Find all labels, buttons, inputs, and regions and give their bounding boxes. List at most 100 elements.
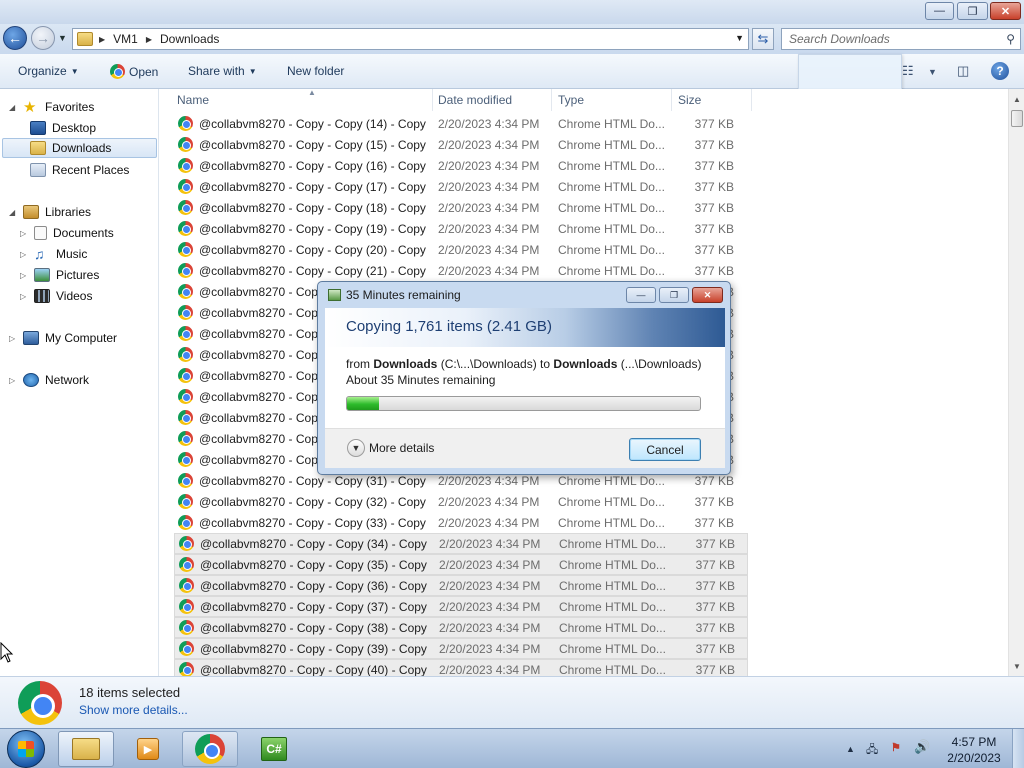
start-button[interactable] — [7, 730, 45, 768]
minimize-button[interactable]: — — [925, 2, 954, 20]
file-row[interactable]: @collabvm8270 - Copy - Copy (17) - Copy 2… — [174, 176, 748, 197]
new-folder-button[interactable]: New folder — [287, 64, 344, 78]
back-button[interactable]: ← — [3, 26, 27, 50]
more-details-toggle[interactable]: ▼ More details — [347, 439, 434, 457]
nav-documents[interactable]: ▷ Documents — [20, 223, 114, 243]
file-type: Chrome HTML Do... — [558, 179, 665, 194]
destination-folder-link[interactable]: Downloads — [553, 357, 617, 371]
chrome-html-file-icon — [178, 431, 193, 446]
nav-desktop[interactable]: Desktop — [30, 118, 96, 138]
column-header-type[interactable]: Type — [552, 89, 672, 111]
nav-downloads[interactable]: Downloads — [2, 138, 157, 158]
nav-recent-places[interactable]: Recent Places — [30, 160, 129, 180]
column-header-size[interactable]: Size — [672, 89, 752, 111]
file-row[interactable]: @collabvm8270 - Copy - Copy (32) - Copy 2… — [174, 491, 748, 512]
file-row[interactable]: @collabvm8270 - Copy - Copy (38) - Copy 2… — [174, 617, 748, 638]
maximize-button[interactable]: ❐ — [957, 2, 988, 20]
nav-label: Favorites — [45, 100, 95, 114]
chrome-html-file-icon — [178, 263, 193, 278]
taskbar-csharp-app[interactable]: C# — [246, 731, 302, 767]
taskbar-media-player[interactable]: ▶ — [120, 731, 176, 767]
file-row[interactable]: @collabvm8270 - Copy - Copy (34) - Copy 2… — [174, 533, 748, 554]
expand-arrow-icon[interactable]: ◢ — [9, 103, 17, 112]
nav-my-computer[interactable]: ▷ My Computer — [9, 328, 117, 348]
forward-button[interactable]: → — [31, 26, 55, 50]
breadcrumb-vm1[interactable]: VM1 — [113, 32, 138, 46]
collapsed-arrow-icon[interactable]: ▷ — [9, 334, 17, 343]
view-options-dropdown[interactable]: ▼ — [928, 67, 937, 77]
chrome-html-file-icon — [179, 662, 194, 676]
file-name-cell: @collabvm8270 - Copy - Copy (20) - Copy — [174, 242, 434, 257]
file-date: 2/20/2023 4:34 PM — [439, 662, 541, 677]
search-input[interactable]: Search Downloads ⚲ — [781, 28, 1021, 50]
scrollbar-thumb[interactable] — [1011, 110, 1023, 127]
collapsed-arrow-icon[interactable]: ▷ — [20, 271, 28, 280]
file-row[interactable]: @collabvm8270 - Copy - Copy (37) - Copy 2… — [174, 596, 748, 617]
file-row[interactable]: @collabvm8270 - Copy - Copy (16) - Copy 2… — [174, 155, 748, 176]
taskbar-chrome[interactable] — [182, 731, 238, 767]
refresh-button[interactable]: ⇆ — [752, 28, 774, 50]
source-folder-link[interactable]: Downloads — [373, 357, 437, 371]
show-more-details-link[interactable]: Show more details... — [79, 703, 188, 717]
file-name: @collabvm8270 - Copy - Copy (19) - Copy — [199, 221, 426, 236]
collapsed-arrow-icon[interactable]: ▷ — [9, 376, 17, 385]
expand-arrow-icon[interactable]: ◢ — [9, 208, 17, 217]
collapsed-arrow-icon[interactable]: ▷ — [20, 292, 28, 301]
share-with-button[interactable]: Share with ▼ — [188, 64, 257, 78]
star-icon: ★ — [23, 99, 37, 116]
volume-icon[interactable]: 🔊 — [914, 739, 930, 755]
breadcrumb-chevron-icon[interactable]: ▶ — [99, 35, 105, 44]
nav-pictures[interactable]: ▷ Pictures — [20, 265, 99, 285]
dialog-minimize-button[interactable]: — — [626, 287, 656, 303]
dialog-maximize-button[interactable]: ❐ — [659, 287, 689, 303]
time-remaining: About 35 Minutes remaining — [346, 373, 496, 387]
show-hidden-icons-arrow[interactable]: ▲ — [846, 744, 855, 754]
nav-network[interactable]: ▷ Network — [9, 370, 89, 390]
action-center-flag-icon[interactable]: ⚑ — [891, 741, 901, 754]
file-row[interactable]: @collabvm8270 - Copy - Copy (36) - Copy 2… — [174, 575, 748, 596]
preview-pane-icon[interactable]: ◫ — [957, 63, 969, 79]
system-clock[interactable]: 4:57 PM 2/20/2023 — [940, 734, 1008, 766]
cancel-button[interactable]: Cancel — [629, 438, 701, 461]
column-header-name[interactable]: Name ▲ — [171, 89, 433, 111]
recent-pages-dropdown[interactable]: ▼ — [58, 33, 67, 43]
column-header-date[interactable]: Date modified — [432, 89, 552, 111]
address-box[interactable]: ▶ VM1 ▶ Downloads ▼ — [72, 28, 749, 50]
file-row[interactable]: @collabvm8270 - Copy - Copy (40) - Copy 2… — [174, 659, 748, 676]
open-button[interactable]: Open — [110, 64, 158, 79]
file-row[interactable]: @collabvm8270 - Copy - Copy (18) - Copy 2… — [174, 197, 748, 218]
address-dropdown-icon[interactable]: ▼ — [735, 33, 744, 43]
file-row[interactable]: @collabvm8270 - Copy - Copy (39) - Copy 2… — [174, 638, 748, 659]
organize-button[interactable]: Organize ▼ — [18, 64, 79, 78]
file-row[interactable]: @collabvm8270 - Copy - Copy (20) - Copy 2… — [174, 239, 748, 260]
nav-favorites[interactable]: ◢ ★ Favorites — [9, 97, 94, 117]
vertical-scrollbar[interactable]: ▲ ▼ — [1008, 89, 1024, 676]
file-row[interactable]: @collabvm8270 - Copy - Copy (33) - Copy 2… — [174, 512, 748, 533]
taskbar-explorer[interactable] — [58, 731, 114, 767]
dialog-close-button[interactable]: ✕ — [692, 287, 723, 303]
file-row[interactable]: @collabvm8270 - Copy - Copy (19) - Copy 2… — [174, 218, 748, 239]
search-icon[interactable]: ⚲ — [1006, 32, 1015, 46]
breadcrumb-downloads[interactable]: Downloads — [160, 32, 219, 46]
show-desktop-button[interactable] — [1012, 729, 1024, 768]
collapsed-arrow-icon[interactable]: ▷ — [20, 229, 28, 238]
scroll-up-icon[interactable]: ▲ — [1009, 91, 1024, 107]
chrome-html-file-icon — [179, 536, 194, 551]
chrome-html-file-icon — [178, 389, 193, 404]
close-button[interactable]: ✕ — [990, 2, 1021, 20]
network-tray-icon[interactable]: 🖧 — [866, 741, 878, 760]
chrome-html-file-icon — [178, 452, 193, 467]
file-row[interactable]: @collabvm8270 - Copy - Copy (14) - Copy 2… — [174, 113, 748, 134]
file-row[interactable]: @collabvm8270 - Copy - Copy (15) - Copy 2… — [174, 134, 748, 155]
file-row[interactable]: @collabvm8270 - Copy - Copy (21) - Copy 2… — [174, 260, 748, 281]
chrome-html-file-icon — [178, 221, 193, 236]
help-icon[interactable]: ? — [991, 62, 1009, 80]
breadcrumb-chevron-icon[interactable]: ▶ — [146, 35, 152, 44]
file-row[interactable]: @collabvm8270 - Copy - Copy (35) - Copy 2… — [174, 554, 748, 575]
nav-videos[interactable]: ▷ Videos — [20, 286, 92, 306]
scroll-down-icon[interactable]: ▼ — [1009, 658, 1024, 674]
nav-libraries[interactable]: ◢ Libraries — [9, 202, 91, 222]
nav-music[interactable]: ▷ ♫ Music — [20, 244, 87, 264]
change-view-icon[interactable]: ☷ — [902, 63, 914, 79]
collapsed-arrow-icon[interactable]: ▷ — [20, 250, 28, 259]
